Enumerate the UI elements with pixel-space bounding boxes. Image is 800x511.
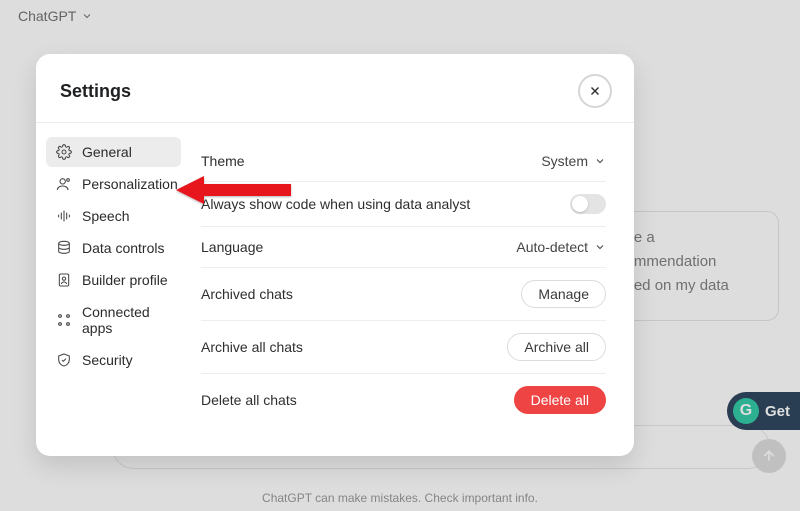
- sidebar-item-label: Connected apps: [82, 304, 171, 336]
- row-label: Archived chats: [201, 286, 293, 302]
- delete-all-button[interactable]: Delete all: [514, 386, 606, 414]
- row-archived-chats: Archived chats Manage: [201, 268, 606, 321]
- person-icon: [56, 176, 72, 192]
- apps-icon: [56, 312, 72, 328]
- archive-all-button[interactable]: Archive all: [507, 333, 606, 361]
- sidebar-item-label: Data controls: [82, 240, 164, 256]
- modal-title: Settings: [60, 81, 131, 102]
- manage-button[interactable]: Manage: [521, 280, 606, 308]
- sidebar-item-label: Speech: [82, 208, 129, 224]
- language-value: Auto-detect: [516, 239, 588, 255]
- sidebar-item-connected-apps[interactable]: Connected apps: [46, 297, 181, 343]
- gear-icon: [56, 144, 72, 160]
- settings-content: Theme System Always show code when using…: [191, 123, 634, 456]
- sidebar-item-label: Builder profile: [82, 272, 168, 288]
- theme-value: System: [541, 153, 588, 169]
- database-icon: [56, 240, 72, 256]
- chevron-down-icon: [594, 241, 606, 253]
- settings-sidebar: General Personalization Speech Data cont…: [36, 123, 191, 456]
- close-icon: [588, 84, 602, 98]
- code-toggle[interactable]: [570, 194, 606, 214]
- sidebar-item-label: Security: [82, 352, 133, 368]
- row-language: Language Auto-detect: [201, 227, 606, 268]
- sidebar-item-label: General: [82, 144, 132, 160]
- row-label: Archive all chats: [201, 339, 303, 355]
- row-theme: Theme System: [201, 141, 606, 182]
- sidebar-item-personalization[interactable]: Personalization: [46, 169, 181, 199]
- row-label: Delete all chats: [201, 392, 297, 408]
- row-label: Language: [201, 239, 263, 255]
- chevron-down-icon: [594, 155, 606, 167]
- language-dropdown[interactable]: Auto-detect: [516, 239, 606, 255]
- settings-modal: Settings General Personalization Speech …: [36, 54, 634, 456]
- theme-dropdown[interactable]: System: [541, 153, 606, 169]
- sidebar-item-security[interactable]: Security: [46, 345, 181, 375]
- shield-icon: [56, 352, 72, 368]
- row-archive-all: Archive all chats Archive all: [201, 321, 606, 374]
- row-label: Theme: [201, 153, 245, 169]
- row-delete-all: Delete all chats Delete all: [201, 374, 606, 426]
- sidebar-item-speech[interactable]: Speech: [46, 201, 181, 231]
- sidebar-item-general[interactable]: General: [46, 137, 181, 167]
- profile-icon: [56, 272, 72, 288]
- sidebar-item-builder-profile[interactable]: Builder profile: [46, 265, 181, 295]
- sidebar-item-label: Personalization: [82, 176, 178, 192]
- sidebar-item-data-controls[interactable]: Data controls: [46, 233, 181, 263]
- speech-icon: [56, 208, 72, 224]
- row-always-show-code: Always show code when using data analyst: [201, 182, 606, 227]
- close-button[interactable]: [578, 74, 612, 108]
- row-label: Always show code when using data analyst: [201, 196, 470, 212]
